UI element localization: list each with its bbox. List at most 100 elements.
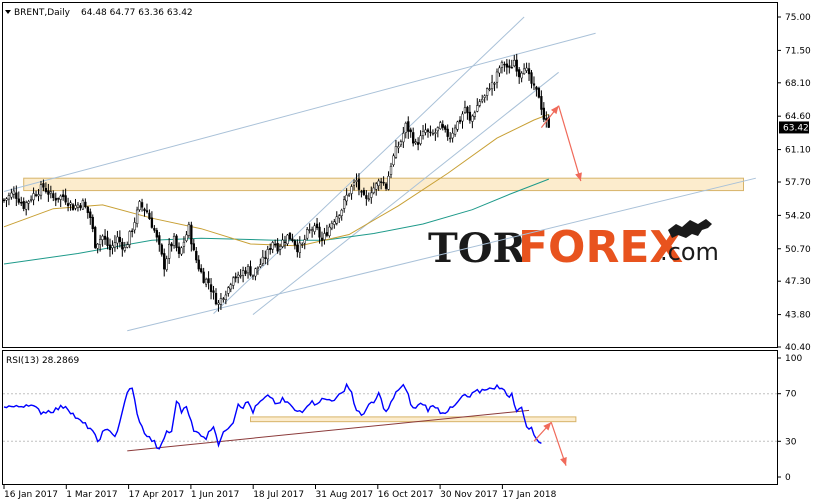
candle-body bbox=[288, 232, 292, 240]
candle-body bbox=[340, 209, 343, 216]
candle-body bbox=[436, 127, 439, 132]
candle-body bbox=[259, 264, 262, 267]
watermark-com: .com bbox=[660, 238, 719, 266]
candle-body bbox=[123, 247, 126, 251]
candle-body bbox=[451, 132, 454, 139]
candle-body bbox=[254, 268, 257, 277]
candle-body bbox=[498, 67, 501, 74]
candle-body bbox=[384, 183, 388, 189]
candle-body bbox=[453, 127, 457, 135]
candle-body bbox=[131, 230, 134, 232]
candle-body bbox=[488, 88, 491, 90]
candle-body bbox=[207, 278, 210, 283]
candle-body bbox=[15, 192, 18, 199]
candle-body bbox=[17, 198, 20, 203]
candle-body bbox=[71, 204, 75, 210]
candle-body bbox=[389, 165, 393, 175]
candle-body bbox=[338, 215, 341, 219]
candle-body bbox=[135, 209, 139, 224]
candle-body bbox=[325, 232, 329, 236]
candle-body bbox=[500, 62, 504, 68]
candle-body bbox=[335, 216, 338, 224]
candle-body bbox=[170, 243, 173, 247]
candle-body bbox=[153, 228, 156, 231]
candle-body bbox=[25, 202, 28, 210]
candle-body bbox=[165, 258, 168, 270]
candle-body bbox=[323, 233, 326, 240]
candle-body bbox=[160, 244, 163, 255]
candle-body bbox=[387, 175, 390, 190]
candle-body bbox=[158, 235, 161, 245]
candle-body bbox=[59, 195, 62, 200]
symbol-header: BRENT,Daily 64.48 64.77 63.36 63.42 bbox=[5, 8, 193, 18]
candle-body bbox=[237, 274, 240, 278]
candle-body bbox=[493, 83, 496, 85]
candle-body bbox=[404, 122, 407, 133]
candle-body bbox=[52, 193, 55, 198]
price-axis-label: 50.70 bbox=[785, 245, 811, 255]
price-axis-label: 75.00 bbox=[785, 13, 811, 23]
candle-body bbox=[234, 276, 237, 279]
candle-body bbox=[76, 204, 80, 208]
candle-body bbox=[249, 266, 252, 276]
candle-body bbox=[466, 106, 469, 114]
candle-body bbox=[37, 194, 40, 197]
candle-body bbox=[330, 223, 333, 229]
candle-body bbox=[392, 155, 395, 166]
candle-body bbox=[214, 292, 218, 305]
candle-body bbox=[402, 133, 405, 143]
candle-body bbox=[301, 243, 304, 246]
candle-body bbox=[535, 86, 538, 90]
candle-body bbox=[421, 131, 425, 137]
candle-body bbox=[175, 235, 178, 249]
candle-body bbox=[286, 234, 289, 245]
candle-body bbox=[224, 294, 227, 300]
candle-body bbox=[54, 197, 57, 201]
candle-body bbox=[520, 72, 523, 79]
candle-body bbox=[108, 244, 112, 250]
rsi-axis-label: 70 bbox=[785, 390, 797, 400]
candle-body bbox=[197, 259, 200, 270]
candle-body bbox=[57, 198, 60, 200]
candle-body bbox=[419, 135, 422, 144]
candle-body bbox=[444, 126, 447, 130]
rsi-axis-label: 0 bbox=[785, 473, 791, 483]
candle-body bbox=[350, 186, 353, 194]
candle-body bbox=[473, 112, 476, 117]
price-panel-frame bbox=[2, 2, 778, 348]
candle-body bbox=[91, 216, 94, 230]
candle-body bbox=[372, 187, 375, 194]
candle-body bbox=[266, 249, 269, 260]
candle-body bbox=[103, 235, 107, 240]
candle-body bbox=[74, 205, 77, 209]
candle-body bbox=[530, 72, 533, 84]
candle-body bbox=[379, 181, 383, 183]
candle-body bbox=[276, 242, 279, 252]
candle-body bbox=[357, 178, 361, 190]
candle-body bbox=[150, 217, 154, 228]
candle-body bbox=[42, 183, 45, 188]
candle-body bbox=[313, 225, 316, 232]
candle-body bbox=[128, 231, 131, 245]
candle-body bbox=[525, 67, 528, 71]
time-axis-label: 16 Oct 2017 bbox=[378, 490, 434, 500]
candle-body bbox=[101, 235, 104, 240]
candle-body bbox=[10, 192, 13, 198]
candle-body bbox=[399, 141, 403, 146]
candle-body bbox=[20, 201, 23, 204]
candle-body bbox=[69, 202, 72, 205]
candle-body bbox=[204, 278, 208, 285]
candle-body bbox=[426, 129, 430, 132]
candle-body bbox=[121, 241, 124, 250]
candle-body bbox=[508, 65, 511, 68]
candle-body bbox=[106, 237, 109, 246]
price-axis-label: 40.40 bbox=[785, 343, 811, 353]
price-axis-label: 61.10 bbox=[785, 146, 811, 156]
candle-body bbox=[79, 205, 82, 208]
candle-body bbox=[540, 96, 543, 110]
candle-body bbox=[39, 184, 43, 196]
rsi-axis-label: 30 bbox=[785, 437, 797, 447]
candle-body bbox=[190, 224, 193, 245]
candle-body bbox=[34, 194, 38, 196]
rsi-header-label: RSI(13) 28.2869 bbox=[6, 356, 79, 366]
